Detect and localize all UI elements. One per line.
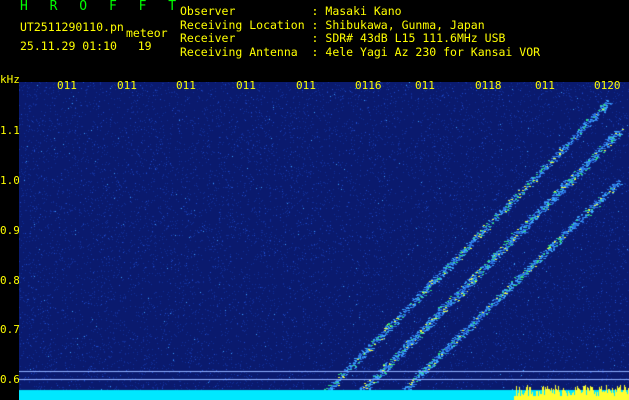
hroft-spectrogram-window: H R O F F T UT2511290110.pn meteor 25.11… bbox=[0, 0, 629, 400]
x-tick-label: 0118 bbox=[475, 79, 502, 92]
location-value: Shibukawa, Gunma, Japan bbox=[325, 17, 485, 32]
datetime: 25.11.29 01:10 bbox=[20, 39, 117, 53]
y-tick-label: 1.0 bbox=[0, 174, 20, 187]
antenna-label: Receiving Antenna bbox=[180, 44, 298, 59]
x-tick-label: 011 bbox=[176, 79, 196, 92]
x-tick-label: 011 bbox=[296, 79, 316, 92]
file-name: UT2511290110.pn bbox=[20, 20, 124, 34]
observer-label: Observer bbox=[180, 4, 236, 18]
receiver-label: Receiver bbox=[180, 31, 236, 45]
antenna-value: 4ele Yagi Az 230 for Kansai VOR bbox=[325, 44, 541, 59]
x-tick-label: 011 bbox=[117, 79, 137, 92]
spectrogram-canvas bbox=[19, 82, 629, 400]
x-tick-label: 011 bbox=[57, 79, 77, 92]
y-tick-label: 1.1 bbox=[0, 124, 20, 137]
x-tick-label: 011 bbox=[415, 79, 435, 92]
y-tick-label: 0.7 bbox=[0, 323, 20, 336]
datetime-count: 25.11.29 01:10 19 bbox=[20, 40, 152, 53]
y-tick-label: 0.8 bbox=[0, 274, 20, 287]
y-tick-label: 0.6 bbox=[0, 373, 20, 386]
station-info: Observer : Masaki Kano Receiving Locatio… bbox=[180, 4, 541, 59]
x-tick-label: 011 bbox=[236, 79, 256, 92]
y-axis-unit: kHz bbox=[0, 73, 20, 86]
event-count: 19 bbox=[137, 39, 152, 53]
receiver-value: SDR# 43dB L15 111.6MHz USB bbox=[325, 31, 506, 45]
x-tick-label: 011 bbox=[535, 79, 555, 92]
x-tick-label: 0120 bbox=[594, 79, 621, 92]
brand-title: H R O F F T bbox=[20, 0, 184, 14]
x-tick-label: 0116 bbox=[355, 79, 382, 92]
location-label: Receiving Location bbox=[180, 17, 305, 32]
observer-value: Masaki Kano bbox=[325, 4, 402, 18]
y-tick-label: 0.9 bbox=[0, 224, 20, 237]
